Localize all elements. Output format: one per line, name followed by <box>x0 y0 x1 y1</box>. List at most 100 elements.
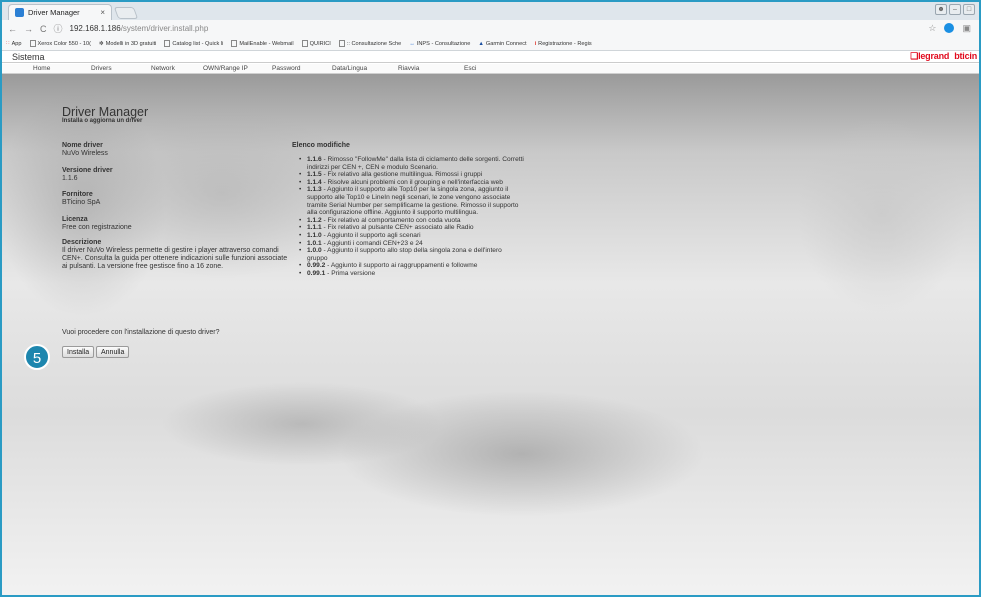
brand-bticino: bticin <box>954 51 977 61</box>
page-favicon-icon <box>15 8 24 17</box>
bookmark-label: Xerox Color 550 - 10( <box>37 40 91 47</box>
bookmarks-bar: ∷ App Xerox Color 550 - 10( ✼ Modelli in 3… <box>2 37 979 51</box>
driver-version-value: 1.1.6 <box>62 175 78 182</box>
address-bar: ← → C ⓘ 192.168.1.186/system/driver.inst… <box>2 20 979 37</box>
app-header: Sistema ❏legrand bticin <box>2 51 979 63</box>
bookmark-label: Garmin Connect <box>485 40 527 47</box>
changelog-text: - Risolve alcuni problemi con il groupin… <box>321 178 503 186</box>
page-subtitle: Installa o aggiorna un driver <box>62 118 143 124</box>
changelog-item: 1.1.0 - Aggiunto il supporto agli scenar… <box>292 232 524 240</box>
nav-drivers[interactable]: Drivers <box>91 65 112 72</box>
changelog-text: - Rimosso "FollowMe" dalla lista di cicl… <box>307 156 524 171</box>
driver-version-label: Versione driver <box>62 167 113 174</box>
bookmark-item[interactable]: ✼ Modelli in 3D gratuiti <box>99 41 156 47</box>
changelog-item: 1.1.6 - Rimosso "FollowMe" dalla lista d… <box>292 156 524 171</box>
page-icon <box>29 40 36 47</box>
bookmark-star-icon[interactable]: ☆ <box>928 23 936 34</box>
page-icon <box>164 40 171 47</box>
changelog-text: - Aggiunto il supporto alle Top10 per la… <box>307 186 519 217</box>
changelog-text: - Fix relativo al pulsante CEN+ associat… <box>321 224 474 232</box>
bookmark-label: Catalog list - Quick li <box>172 40 224 47</box>
changelog-version: 1.0.1 <box>307 239 322 247</box>
registration-icon: i <box>534 40 537 47</box>
nav-network[interactable]: Network <box>151 65 175 72</box>
driver-vendor-label: Fornitore <box>62 191 93 198</box>
changelog-version: 1.1.4 <box>307 178 322 186</box>
tab-close-icon[interactable]: × <box>100 8 105 17</box>
driver-license-value: Free con registrazione <box>62 224 132 231</box>
skype-extension-icon[interactable] <box>944 23 955 33</box>
bookmark-label: INPS - Consultazione <box>416 40 471 47</box>
changelog-item: 1.1.4 - Risolve alcuni problemi con il g… <box>292 179 524 187</box>
site-info-icon[interactable]: ⓘ <box>54 22 63 35</box>
driver-name-value: NuVo Wireless <box>62 150 108 157</box>
bookmark-item[interactable]: Xerox Color 550 - 10( <box>29 40 91 47</box>
back-icon[interactable]: ← <box>8 24 17 34</box>
cancel-button[interactable]: Annulla <box>96 346 130 358</box>
nav-home[interactable]: Home <box>33 65 50 72</box>
bookmark-item[interactable]: MailEnable - Webmail <box>231 40 294 47</box>
changelog-item: 1.1.2 - Fix relativo al comportamento co… <box>292 217 524 225</box>
bookmark-item[interactable]: Catalog list - Quick li <box>164 40 223 47</box>
driver-name-label: Nome driver <box>62 142 103 149</box>
extension-icon[interactable]: ▣ <box>962 23 971 34</box>
changelog-text: - Aggiunti i comandi CEN+23 e 24 <box>321 239 423 247</box>
changelog-item: 0.99.1 - Prima versione <box>292 270 524 278</box>
changelog-item: 1.1.1 - Fix relativo al pulsante CEN+ as… <box>292 224 524 232</box>
bookmark-item[interactable]: ↔ INPS - Consultazione <box>409 41 470 47</box>
apps-grid-icon: ∷ <box>6 40 10 47</box>
forward-icon[interactable]: → <box>24 24 33 34</box>
changelog-text: - Fix relativo alla gestione multilingua… <box>321 171 483 179</box>
bookmark-item[interactable]: QUIRICI <box>301 40 331 47</box>
changelog-version: 0.99.2 <box>307 262 326 270</box>
nav-riavvia[interactable]: Riavvia <box>398 65 419 72</box>
main-nav: Home Drivers Network OWN/Range IP Passwo… <box>2 64 979 74</box>
driver-license-label: Licenza <box>62 216 88 223</box>
window-controls: ☻ – □ <box>935 4 975 15</box>
url-host: 192.168.1.186 <box>69 24 121 33</box>
reload-icon[interactable]: C <box>40 24 47 34</box>
maximize-icon[interactable]: □ <box>963 4 975 15</box>
bookmark-item[interactable]: i Registrazione - Regis <box>535 41 592 47</box>
driver-description-value: Il driver NuVo Wireless permette di gest… <box>62 247 288 271</box>
bookmark-item[interactable]: :: Consultazione Sche <box>338 40 401 47</box>
tab-title: Driver Manager <box>28 8 80 17</box>
bookmark-label: MailEnable - Webmail <box>239 40 294 47</box>
driver-description-label: Descrizione <box>62 239 102 246</box>
page-icon <box>231 40 238 47</box>
page-icon <box>301 40 308 47</box>
changelog-version: 1.1.3 <box>307 186 322 194</box>
user-icon[interactable]: ☻ <box>935 4 947 15</box>
changelog-version: 1.1.1 <box>307 224 322 232</box>
url-field[interactable]: 192.168.1.186/system/driver.install.php <box>70 24 209 33</box>
changelog-text: - Prima versione <box>325 269 376 277</box>
install-button[interactable]: Installa <box>62 346 95 358</box>
minimize-icon[interactable]: – <box>949 4 961 15</box>
nav-password[interactable]: Password <box>272 65 301 72</box>
browser-window: Driver Manager × ☻ – □ ← → C ⓘ 192.168.1… <box>0 0 981 597</box>
url-path: /system/driver.install.php <box>120 24 209 33</box>
bookmark-apps[interactable]: ∷ App <box>6 41 22 47</box>
nav-esci[interactable]: Esci <box>464 65 476 72</box>
nav-own-range-ip[interactable]: OWN/Range IP <box>203 65 248 72</box>
changelog-item: 1.1.5 - Fix relativo alla gestione multi… <box>292 171 524 179</box>
changelog-title: Elenco modifiche <box>292 142 350 149</box>
changelog-item: 0.99.2 - Aggiunto il supporto ai raggrup… <box>292 262 524 270</box>
nav-data-lingua[interactable]: Data/Lingua <box>332 65 367 72</box>
legrand-logo-icon: ❏ <box>910 51 919 61</box>
bookmark-item[interactable]: ▲ Garmin Connect <box>478 41 526 47</box>
changelog-text: - Aggiunto il supporto allo stop della s… <box>307 247 502 262</box>
browser-tab[interactable]: Driver Manager × <box>8 4 112 20</box>
changelog-version: 0.99.1 <box>307 269 326 277</box>
section-title: Sistema <box>12 52 45 62</box>
changelog-version: 1.1.6 <box>307 156 322 163</box>
changelog-version: 1.0.0 <box>307 247 322 255</box>
bookmark-label: Registrazione - Regis <box>538 40 592 47</box>
brand-logo: ❏legrand bticin <box>910 51 977 62</box>
new-tab-button[interactable] <box>113 7 139 19</box>
main-content: Driver Manager Installa o aggiorna un dr… <box>2 74 979 595</box>
changelog-text: - Fix relativo al comportamento con coda… <box>321 216 461 224</box>
changelog-version: 1.1.2 <box>307 216 322 224</box>
changelog-text: - Aggiunto il supporto agli scenari <box>321 231 421 239</box>
garmin-icon: ▲ <box>478 40 484 47</box>
